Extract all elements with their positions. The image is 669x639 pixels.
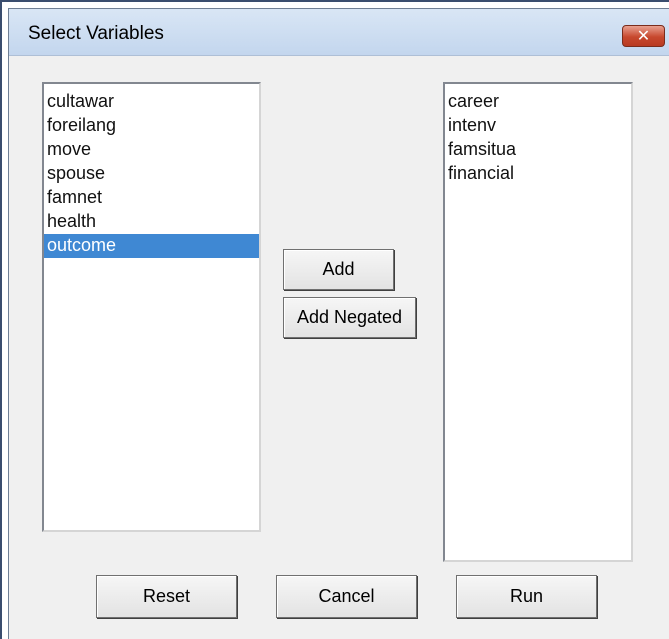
close-button[interactable]: ✕ [622, 25, 665, 47]
list-item[interactable]: move [44, 138, 259, 162]
select-variables-dialog: Select Variables ✕ cultawar foreilang move… [8, 8, 669, 639]
list-item[interactable]: career [445, 90, 631, 114]
selected-variables-list[interactable]: career intenv famsitua financial [443, 82, 633, 562]
available-variables-list[interactable]: cultawar foreilang move spouse famnet health o… [42, 82, 261, 532]
reset-button[interactable]: Reset [96, 575, 237, 618]
background-window-edge-left [0, 0, 2, 639]
list-item[interactable]: intenv [445, 114, 631, 138]
add-button[interactable]: Add [283, 249, 394, 290]
run-button[interactable]: Run [456, 575, 597, 618]
list-item[interactable]: outcome [44, 234, 259, 258]
list-item[interactable]: famnet [44, 186, 259, 210]
list-item[interactable]: financial [445, 162, 631, 186]
list-item[interactable]: spouse [44, 162, 259, 186]
cancel-button[interactable]: Cancel [276, 575, 417, 618]
list-item[interactable]: famsitua [445, 138, 631, 162]
close-icon: ✕ [636, 26, 651, 45]
add-negated-button[interactable]: Add Negated [283, 297, 416, 338]
list-item[interactable]: foreilang [44, 114, 259, 138]
background-window-edge [0, 0, 669, 2]
dialog-title: Select Variables [28, 23, 164, 44]
list-item[interactable]: cultawar [44, 90, 259, 114]
dialog-titlebar[interactable]: Select Variables ✕ [9, 9, 669, 56]
list-item[interactable]: health [44, 210, 259, 234]
